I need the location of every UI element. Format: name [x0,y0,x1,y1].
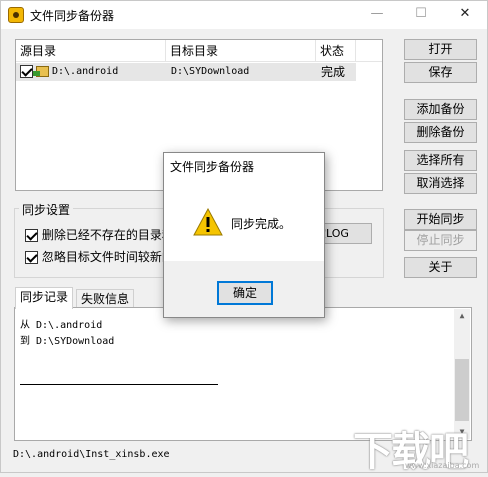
log-line: 从 D:\.android [20,320,103,331]
dialog-title: 文件同步备份器 [164,153,324,181]
minimize-button[interactable]: — [355,1,399,29]
close-button[interactable]: ✕ [443,1,487,29]
app-icon [8,7,24,23]
row-source: D:\.android [52,66,119,77]
ignore-newer-option[interactable]: 忽略目标文件时间较新的 [25,248,174,265]
sync-settings-label: 同步设置 [19,201,74,218]
col-status[interactable]: 状态 [316,40,356,62]
tab-sync-log[interactable]: 同步记录 [15,287,74,309]
open-button[interactable]: 打开 [404,39,477,60]
warning-icon [193,208,223,236]
log-separator [20,384,218,385]
log-line: 到 D:\SYDownload [20,336,115,347]
title-bar: 文件同步备份器 — ☐ ✕ [1,1,487,29]
folder-icon [33,66,49,77]
save-button[interactable]: 保存 [404,62,477,83]
tab-fail-info[interactable]: 失败信息 [76,289,135,309]
window-title: 文件同步备份器 [30,9,115,23]
row-checkbox[interactable] [20,65,33,78]
delete-missing-checkbox[interactable] [25,229,38,242]
ok-button[interactable]: 确定 [217,281,273,305]
dialog-message: 同步完成。 [231,217,292,231]
select-all-button[interactable]: 选择所有 [404,150,477,171]
dialog-footer: 确定 [164,261,324,317]
scroll-up-icon[interactable]: ▲ [454,309,470,323]
ignore-newer-checkbox[interactable] [25,251,38,264]
col-source[interactable]: 源目录 [16,40,166,62]
dialog-body: 同步完成。 [164,181,324,261]
about-button[interactable]: 关于 [404,257,477,278]
maximize-button[interactable]: ☐ [399,1,443,29]
message-dialog: 文件同步备份器 同步完成。 确定 [163,152,325,318]
delete-backup-button[interactable]: 删除备份 [404,122,477,143]
col-target[interactable]: 目标目录 [166,40,316,62]
list-header: 源目录 目标目录 状态 [16,40,382,62]
stop-sync-button: 停止同步 [404,230,477,251]
status-text: D:\.android\Inst_xinsb.exe [13,449,170,460]
row-status: 完成 [321,65,346,79]
start-sync-button[interactable]: 开始同步 [404,209,477,230]
add-backup-button[interactable]: 添加备份 [404,99,477,120]
delete-missing-label: 删除已经不存在的目录和 [41,228,174,242]
scroll-thumb[interactable] [455,359,469,421]
row-target: D:\SYDownload [171,66,250,77]
ignore-newer-label: 忽略目标文件时间较新的 [41,250,174,264]
watermark-url: www.xiazaiba.com [405,461,480,470]
deselect-button[interactable]: 取消选择 [404,173,477,194]
delete-missing-option[interactable]: 删除已经不存在的目录和 [25,226,174,243]
list-row[interactable]: D:\.android D:\SYDownload 完成 [16,63,356,81]
